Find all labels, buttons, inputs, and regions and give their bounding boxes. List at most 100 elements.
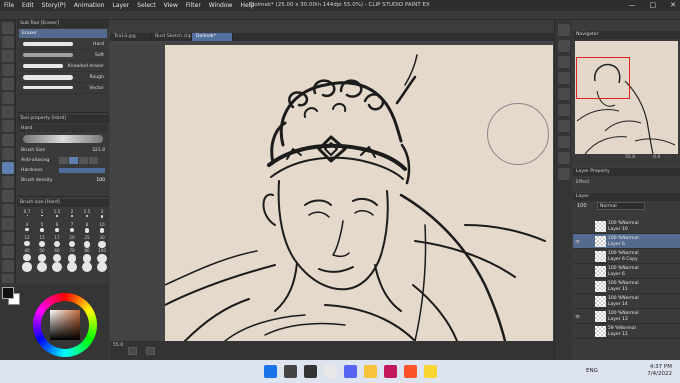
layer-row[interactable]: 100 %Normal Layer 14 xyxy=(573,294,680,309)
material-icon[interactable] xyxy=(558,72,570,84)
menu-file[interactable]: File xyxy=(4,2,14,9)
selection-tool-icon[interactable] xyxy=(2,50,14,62)
layer-name[interactable]: Layer 13 xyxy=(608,317,628,322)
brush-size-preset[interactable]: 8 xyxy=(80,222,94,234)
maximize-icon[interactable]: □ xyxy=(650,1,657,9)
windows-start-icon[interactable] xyxy=(264,365,277,378)
brave-icon[interactable] xyxy=(404,365,417,378)
tab-tsa13[interactable]: Tsa13.jpg xyxy=(110,33,151,41)
brush-size-preset[interactable] xyxy=(50,261,64,273)
eraser-tool-icon[interactable] xyxy=(2,162,14,174)
item-bank-icon[interactable] xyxy=(558,56,570,68)
language-indicator[interactable]: ENG xyxy=(586,368,598,374)
opera-icon[interactable] xyxy=(384,365,397,378)
brush-size-row[interactable]: Brush Size 321.8 xyxy=(19,146,107,155)
zoom-tool-icon[interactable] xyxy=(2,22,14,34)
brush-size-preset[interactable]: 17 xyxy=(50,235,64,248)
layer-row[interactable]: 59 %Normal Layer 12 xyxy=(573,324,680,339)
aa-weak-icon[interactable] xyxy=(69,157,78,164)
fill-tool-icon[interactable] xyxy=(2,190,14,202)
brush-size-preset[interactable] xyxy=(65,261,79,273)
tab-dolmek[interactable]: Dolmek* xyxy=(192,33,233,41)
brush-size-preset[interactable]: 25 xyxy=(80,235,94,248)
brush-size-preset[interactable]: 1 xyxy=(35,209,49,221)
subtool-soft[interactable]: Soft xyxy=(19,50,107,61)
layer-row[interactable]: 100 %Normal Layer 10 xyxy=(573,219,680,234)
clip-studio-icon[interactable] xyxy=(324,365,337,378)
ruler-tool-icon[interactable] xyxy=(2,246,14,258)
navigator-viewport-rect[interactable] xyxy=(576,57,630,99)
tab-bust-sketch[interactable]: Bust Sketch.clip xyxy=(151,33,192,41)
layer-row[interactable]: 100 %Normal Layer 6 xyxy=(573,264,680,279)
aa-medium-icon[interactable] xyxy=(79,157,88,164)
menu-window[interactable]: Window xyxy=(209,2,233,9)
subtool-vector[interactable]: Vector xyxy=(19,83,107,94)
brush-density-value[interactable]: 100 xyxy=(96,178,105,183)
blend-tool-icon[interactable] xyxy=(2,176,14,188)
aa-strong-icon[interactable] xyxy=(89,157,98,164)
blend-mode-select[interactable]: Normal xyxy=(597,202,645,210)
brush-size-preset[interactable]: 12 xyxy=(20,235,34,247)
brush-size-preset[interactable]: 5 xyxy=(35,222,49,234)
brush-size-preset[interactable] xyxy=(95,261,109,273)
anti-aliasing-row[interactable]: Anti-aliasing xyxy=(19,156,107,165)
visibility-eye-icon[interactable] xyxy=(575,329,580,333)
menu-layer[interactable]: Layer xyxy=(112,2,129,9)
hardness-row[interactable]: Hardness xyxy=(19,166,107,175)
brush-size-preset[interactable]: 30 xyxy=(95,235,109,249)
brush-size-preset[interactable]: 2 xyxy=(65,209,79,221)
gradient-tool-icon[interactable] xyxy=(2,204,14,216)
visibility-eye-icon[interactable] xyxy=(575,299,580,303)
brush-size-preset[interactable] xyxy=(35,261,49,273)
layer-row[interactable]: 100 %Normal Layer 11 xyxy=(573,279,680,294)
layer-row[interactable]: 👁 100 %Normal Layer 6 xyxy=(573,234,680,249)
brush-size-preset[interactable]: 0.7 xyxy=(20,209,34,221)
layer-name[interactable]: Layer 6 Copy xyxy=(608,257,638,262)
layer-row[interactable]: 👁 100 %Normal Layer 13 xyxy=(573,309,680,324)
brush-size-preset[interactable] xyxy=(20,261,34,273)
color-wheel[interactable] xyxy=(33,293,97,357)
brush-size-preset[interactable]: 10 xyxy=(95,222,109,234)
opacity-value[interactable]: 100 xyxy=(577,203,587,209)
close-icon[interactable]: ✕ xyxy=(670,1,676,9)
menu-edit[interactable]: Edit xyxy=(22,2,34,9)
lasso-tool-icon[interactable] xyxy=(2,64,14,76)
brush-size-value[interactable]: 321.8 xyxy=(92,148,105,153)
brush-size-preset[interactable]: 3 xyxy=(95,209,109,221)
menu-view[interactable]: View xyxy=(164,2,178,9)
figure-tool-icon[interactable] xyxy=(2,218,14,230)
brush-size-preset[interactable]: 70 xyxy=(65,248,79,263)
zoom-out-icon[interactable] xyxy=(128,347,137,355)
text-tool-icon[interactable] xyxy=(2,260,14,272)
subtool-kneaded[interactable]: Kneaded eraser xyxy=(19,61,107,72)
navigator-zoom[interactable]: 55.0 xyxy=(625,155,635,160)
navigator-thumbnail[interactable] xyxy=(575,41,678,154)
subtool-group-tab[interactable]: Eraser xyxy=(19,29,107,38)
brush-size-preset[interactable]: 60 xyxy=(50,248,64,263)
layer-search-icon[interactable] xyxy=(558,120,570,132)
clock[interactable]: 4:37 PM 7/4/2022 xyxy=(647,364,672,378)
layer-row[interactable]: 100 %Normal Layer 6 Copy xyxy=(573,249,680,264)
layer-name[interactable]: Layer 12 xyxy=(608,332,628,337)
brush-size-preset[interactable]: 6 xyxy=(50,222,64,234)
menu-animation[interactable]: Animation xyxy=(74,2,105,9)
brush-size-preset[interactable]: 40 xyxy=(20,248,34,262)
airbrush-tool-icon[interactable] xyxy=(2,134,14,146)
saturation-value-square[interactable] xyxy=(50,310,80,340)
subtool-hard[interactable]: Hard xyxy=(19,39,107,50)
visibility-eye-icon[interactable] xyxy=(575,284,580,288)
sticky-notes-icon[interactable] xyxy=(424,365,437,378)
minimize-icon[interactable]: — xyxy=(629,1,636,9)
canvas-zoom-value[interactable]: 55.0 xyxy=(113,343,123,348)
brush-size-preset[interactable]: 7 xyxy=(65,222,79,234)
history-icon[interactable] xyxy=(558,88,570,100)
brush-size-preset[interactable]: 20 xyxy=(65,235,79,248)
brush-size-preset[interactable]: 2.5 xyxy=(80,209,94,221)
task-view-icon[interactable] xyxy=(304,365,317,378)
layer-name[interactable]: Layer 6 xyxy=(608,242,625,247)
brush-size-preset[interactable]: 80 xyxy=(80,248,94,263)
layers-icon[interactable] xyxy=(558,152,570,164)
discord-icon[interactable] xyxy=(344,365,357,378)
navigator-angle[interactable]: 0.0 xyxy=(653,155,660,160)
tool-icon[interactable] xyxy=(558,136,570,148)
